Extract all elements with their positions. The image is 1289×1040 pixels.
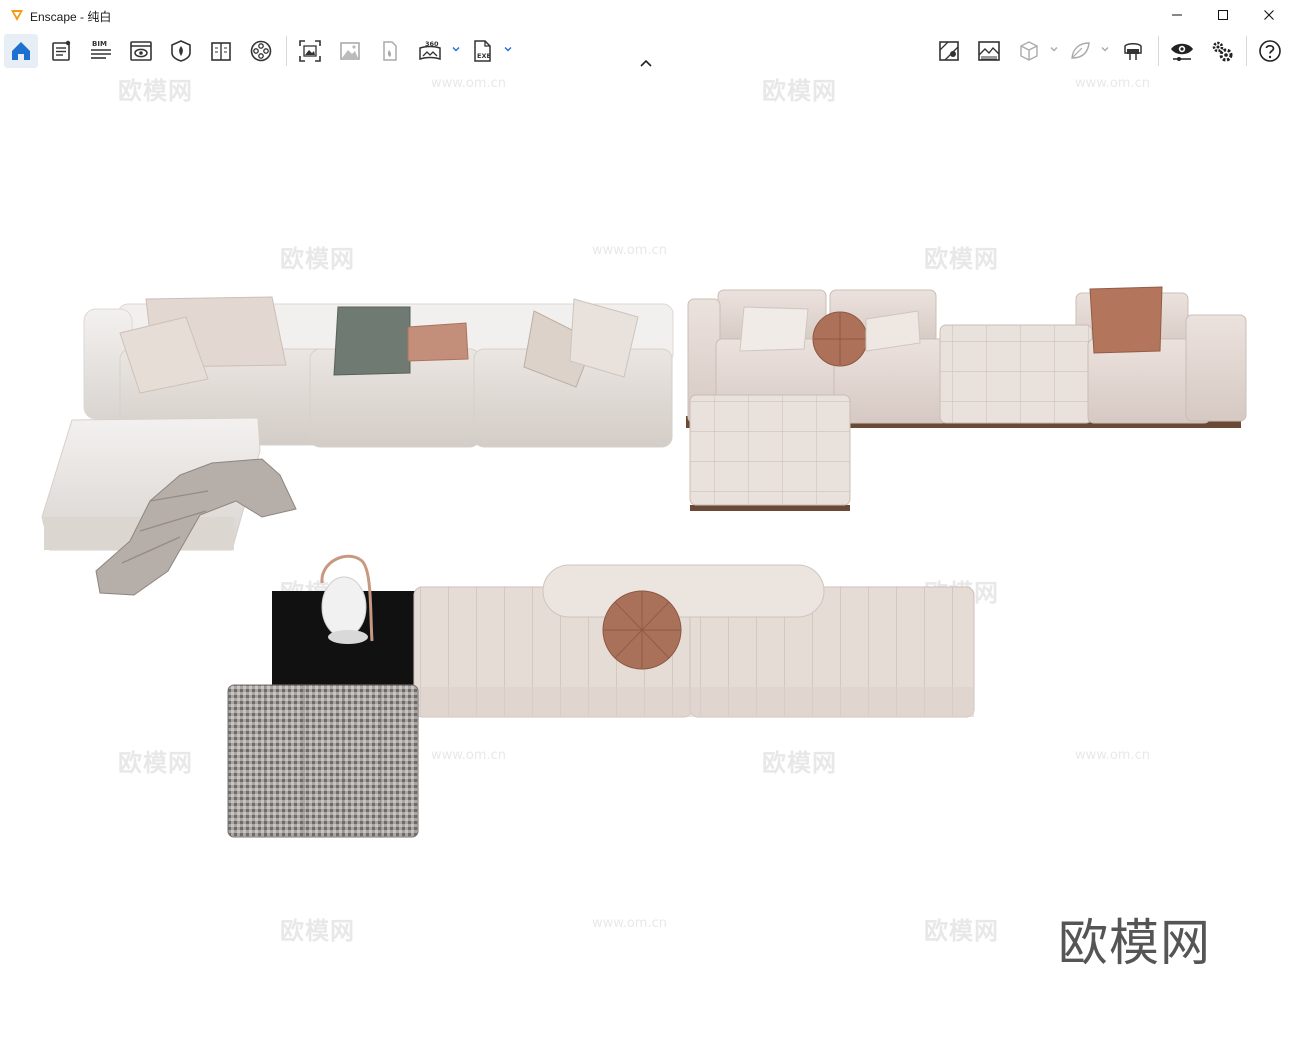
close-icon (1264, 10, 1274, 20)
toolbar-separator (1158, 36, 1159, 66)
title-separator: - (76, 10, 88, 24)
film-reel-icon (250, 40, 272, 62)
map-pin-icon (939, 41, 959, 61)
render-image-button[interactable] (293, 34, 327, 68)
library-button[interactable] (204, 34, 238, 68)
help-button[interactable] (1253, 34, 1287, 68)
visual-settings-button[interactable] (1165, 34, 1199, 68)
atmosphere-button[interactable] (972, 34, 1006, 68)
panorama-button[interactable]: 360 (413, 34, 447, 68)
panorama-dropdown-icon[interactable] (451, 44, 461, 54)
landscape-icon (978, 41, 1000, 61)
maximize-button[interactable] (1200, 0, 1246, 30)
video-button[interactable] (244, 34, 278, 68)
notes-button[interactable] (44, 34, 78, 68)
notes-icon (52, 40, 71, 61)
close-button[interactable] (1246, 0, 1289, 30)
assets-button[interactable] (164, 34, 198, 68)
minimize-icon (1172, 14, 1182, 16)
exe-file-icon: EXE (474, 40, 491, 62)
batch-render-button[interactable] (333, 34, 367, 68)
sofa-white-sectional (41, 296, 674, 596)
brand-watermark: 欧模网 (1058, 914, 1211, 972)
export-dropdown-icon[interactable] (503, 44, 513, 54)
sofa-scene (41, 286, 1247, 838)
minimize-button[interactable] (1154, 0, 1200, 30)
bim-label: BIM (92, 40, 107, 48)
render-viewport[interactable]: 欧模网 www.om.cn 欧模网 www.om.cn 欧模网 www.om.c… (0, 71, 1289, 1040)
panorama-360-icon: 360 (419, 40, 441, 61)
maximize-icon (1218, 10, 1228, 20)
material-button[interactable] (373, 34, 407, 68)
collapse-toolbar-icon[interactable] (638, 57, 654, 69)
export-exe-button[interactable]: EXE (465, 34, 499, 68)
vr-headset-icon (1124, 43, 1142, 60)
bim-button[interactable]: BIM (84, 34, 118, 68)
cube-dropdown-icon[interactable] (1049, 44, 1059, 54)
cube-button[interactable] (1012, 34, 1046, 68)
book-icon (211, 42, 231, 61)
screenshot-icon (299, 40, 321, 62)
sofa-beige-sectional (686, 286, 1247, 511)
cube-icon (1020, 41, 1038, 61)
paint-icon (383, 41, 397, 61)
leaf-icon (1071, 42, 1090, 59)
shield-icon (171, 40, 191, 62)
bim-icon: BIM (91, 40, 111, 59)
app-name: Enscape (30, 10, 77, 24)
document-name: 纯白 (87, 10, 112, 24)
home-icon (12, 42, 30, 60)
gears-icon (1212, 41, 1233, 62)
eye-monitor-icon (130, 41, 152, 61)
map-button[interactable] (932, 34, 966, 68)
views-button[interactable] (124, 34, 158, 68)
enscape-logo-icon (11, 10, 23, 21)
toolbar-separator (1246, 36, 1247, 66)
panorama-label: 360 (425, 40, 439, 48)
window-title: Enscape - 纯白 (30, 8, 111, 25)
eye-slider-icon (1171, 43, 1193, 61)
image-icon (340, 42, 360, 60)
toolbar-separator (286, 36, 287, 66)
exe-label: EXE (477, 52, 491, 60)
leaf-dropdown-icon[interactable] (1100, 44, 1110, 54)
home-button[interactable] (4, 34, 38, 68)
sofa-channel-bench (227, 554, 975, 838)
title-bar: Enscape - 纯白 (0, 0, 1289, 30)
leaf-button[interactable] (1063, 34, 1097, 68)
settings-button[interactable] (1205, 34, 1239, 68)
vr-button[interactable] (1116, 34, 1150, 68)
help-icon (1259, 40, 1281, 62)
